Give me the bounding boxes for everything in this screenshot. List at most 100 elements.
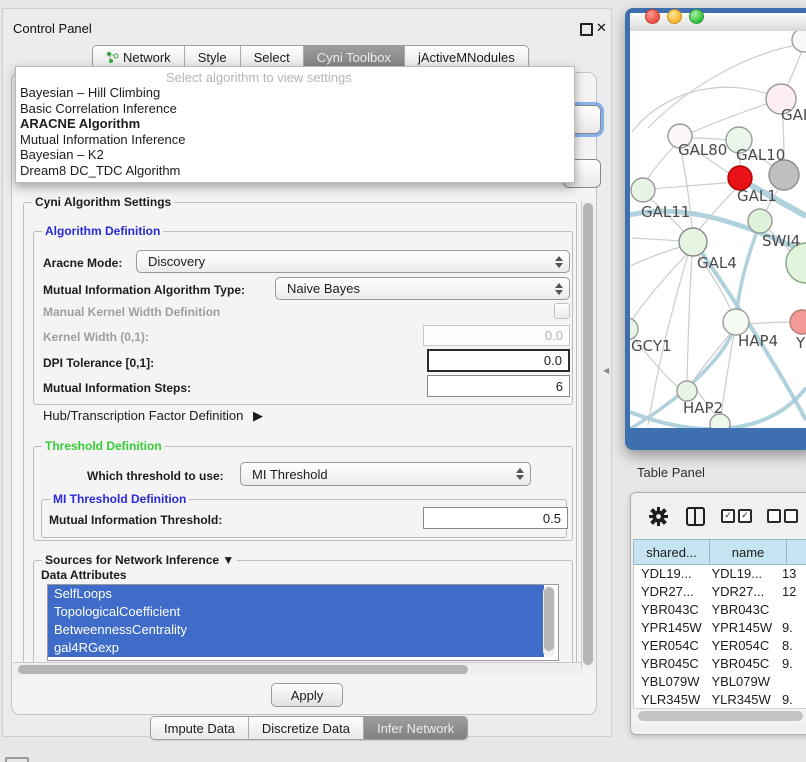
tab-impute-data[interactable]: Impute Data xyxy=(151,717,249,739)
tab-infer-network[interactable]: Infer Network xyxy=(364,717,467,739)
table-cell: YBR043C xyxy=(634,601,704,619)
window-minimize-icon[interactable] xyxy=(667,9,682,24)
tab-label: Discretize Data xyxy=(262,721,350,736)
network-node-y[interactable] xyxy=(790,310,806,334)
window-close-icon[interactable] xyxy=(645,9,660,24)
control-panel: Control Panel ✕ NetworkStyleSelectCyni T… xyxy=(2,8,612,737)
network-edge[interactable] xyxy=(646,144,676,181)
network-node[interactable] xyxy=(792,31,806,52)
algorithm-option[interactable]: Bayesian – K2 xyxy=(20,147,104,162)
tab-network[interactable]: Network xyxy=(93,46,185,68)
network-node-hap2[interactable] xyxy=(677,381,697,401)
network-node-swi4[interactable] xyxy=(748,209,772,233)
window-zoom-icon[interactable] xyxy=(689,9,704,24)
attributes-list-scrollbar[interactable] xyxy=(543,586,555,657)
mi-steps-field[interactable]: 6 xyxy=(427,375,570,397)
tab-label: Cyni Toolbox xyxy=(317,50,391,65)
network-node-gal4[interactable] xyxy=(679,228,707,256)
network-edge[interactable] xyxy=(748,322,790,324)
table-row[interactable]: YBR045CYBR045C9. xyxy=(634,655,806,673)
close-icon[interactable]: ✕ xyxy=(596,20,607,36)
mi-threshold-label: Mutual Information Threshold: xyxy=(49,513,222,527)
combo-arrows-icon xyxy=(555,283,563,295)
network-edge[interactable] xyxy=(687,256,692,381)
network-edge[interactable] xyxy=(632,238,680,241)
data-attributes-list[interactable]: SelfLoopsTopologicalCoefficientBetweenne… xyxy=(47,584,559,661)
attribute-list-item[interactable]: gal4RGexp xyxy=(48,639,544,657)
table-column-header[interactable]: A xyxy=(787,539,806,565)
mi-threshold-field[interactable]: 0.5 xyxy=(423,507,568,529)
algorithm-option[interactable]: Basic Correlation Inference xyxy=(20,101,177,116)
tab-label: jActiveMNodules xyxy=(418,50,515,65)
node-label: GAL80 xyxy=(678,141,727,159)
hub-definition-toggle[interactable]: Hub/Transcription Factor Definition ▶ xyxy=(43,408,263,424)
mi-type-label: Mutual Information Algorithm Type: xyxy=(43,283,245,297)
expanded-arrow-icon[interactable]: ▼ xyxy=(222,553,234,567)
network-tab-icon xyxy=(106,51,119,64)
sources-group-title: Sources for Network Inference ▼ xyxy=(42,553,237,567)
table-column-header[interactable]: shared... xyxy=(633,539,710,565)
table-cell: YER054C xyxy=(634,637,704,655)
network-canvas[interactable]: GALGAL80GAL10GAL1GAL11SWI4GAL4GCY1HAP4YH… xyxy=(630,31,806,428)
network-node-gal11[interactable] xyxy=(631,178,655,202)
settings-horizontal-scrollbar[interactable] xyxy=(13,662,581,676)
table-cell: YDL19... xyxy=(704,565,774,583)
hide-all-columns-icon[interactable] xyxy=(767,509,801,523)
table-cell: 8. xyxy=(775,637,806,655)
table-row[interactable]: YBL079WYBL079W xyxy=(634,673,806,691)
table-cell: YBR045C xyxy=(634,655,704,673)
network-edge[interactable] xyxy=(632,87,781,132)
manual-kernel-checkbox[interactable] xyxy=(554,303,570,319)
aracne-mode-combobox[interactable]: Discovery xyxy=(136,250,570,273)
tab-discretize-data[interactable]: Discretize Data xyxy=(249,717,364,739)
splitter-grip-icon[interactable]: ◀ xyxy=(603,366,609,375)
table-column-header[interactable]: name xyxy=(710,539,787,565)
attribute-list-item[interactable]: SelfLoops xyxy=(48,585,544,603)
table-horizontal-scrollbar[interactable] xyxy=(633,708,806,724)
dpi-tolerance-field[interactable]: 0.0 xyxy=(427,349,570,372)
bottom-tab-bar: Impute Data Discretize Data Infer Network xyxy=(150,716,468,740)
network-node[interactable] xyxy=(769,160,799,190)
network-edge[interactable] xyxy=(653,182,734,189)
table-row[interactable]: YDL19...YDL19...13 xyxy=(634,565,806,583)
attribute-list-item[interactable]: TopologicalCoefficient xyxy=(48,603,544,621)
which-threshold-label: Which threshold to use: xyxy=(87,469,224,483)
network-edge[interactable] xyxy=(688,138,727,140)
settings-vertical-scrollbar[interactable] xyxy=(581,201,595,669)
table-row[interactable]: YPR145WYPR145W9. xyxy=(634,619,806,637)
mi-steps-label: Mutual Information Steps: xyxy=(43,381,191,395)
node-label: HAP4 xyxy=(738,332,778,350)
table-cell: 12 xyxy=(775,583,806,601)
network-edge[interactable] xyxy=(630,247,681,266)
column-view-icon[interactable] xyxy=(686,507,705,526)
algorithm-option[interactable]: ARACNE Algorithm xyxy=(20,116,140,131)
table-row[interactable]: YDR27...YDR27...12 xyxy=(634,583,806,601)
algorithm-option[interactable]: Bayesian – Hill Climbing xyxy=(20,85,160,100)
tab-select[interactable]: Select xyxy=(241,46,304,68)
tab-label: Network xyxy=(123,50,171,65)
tab-cyni-toolbox[interactable]: Cyni Toolbox xyxy=(304,46,405,68)
table-row[interactable]: YBR043CYBR043C xyxy=(634,601,806,619)
table-cell: YDL19... xyxy=(634,565,704,583)
sources-title-text: Sources for Network Inference xyxy=(45,553,219,567)
algorithm-option[interactable]: Dream8 DC_TDC Algorithm xyxy=(20,163,180,178)
table-cell: 9. xyxy=(775,655,806,673)
gear-icon[interactable] xyxy=(649,507,668,526)
attribute-list-item[interactable]: BetweennessCentrality xyxy=(48,621,544,639)
algorithm-option[interactable]: Mutual Information Inference xyxy=(20,132,185,147)
table-cell: 13 xyxy=(775,565,806,583)
table-row[interactable]: YER054CYER054C8. xyxy=(634,637,806,655)
network-edge[interactable] xyxy=(632,252,689,320)
float-window-icon[interactable] xyxy=(580,23,593,36)
tab-jactivemnodules[interactable]: jActiveMNodules xyxy=(405,46,528,68)
tab-style[interactable]: Style xyxy=(185,46,241,68)
show-all-columns-icon[interactable]: ✓✓ xyxy=(721,509,755,523)
table-row[interactable]: YLR345WYLR345W9. xyxy=(634,691,806,708)
which-threshold-combobox[interactable]: MI Threshold xyxy=(240,462,531,486)
node-label: Y xyxy=(795,334,806,352)
tab-label: Style xyxy=(198,50,227,65)
corner-button[interactable] xyxy=(5,757,29,762)
apply-button[interactable]: Apply xyxy=(271,683,343,707)
table-cell: YER054C xyxy=(704,637,774,655)
mi-type-combobox[interactable]: Naive Bayes xyxy=(275,277,570,300)
